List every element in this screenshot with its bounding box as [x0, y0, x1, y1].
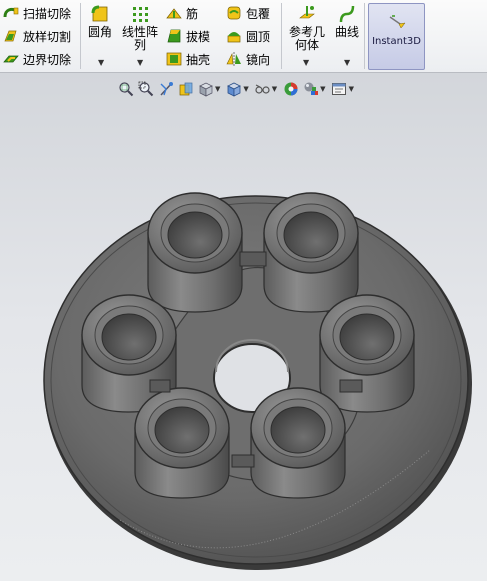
- dome-button[interactable]: 圆顶: [226, 26, 270, 46]
- shell-icon: [166, 52, 182, 66]
- fillet-label: 圆角: [88, 25, 113, 39]
- linear-pattern-icon: [133, 7, 148, 22]
- lofted-cut-button[interactable]: 放样切割: [3, 26, 71, 46]
- shell-label: 抽壳: [186, 52, 211, 67]
- lofted-cut-label: 放样切割: [23, 29, 72, 44]
- curves-label: 曲线: [335, 25, 360, 39]
- shell-button[interactable]: 抽壳: [166, 49, 210, 69]
- boss-bottom-right: [250, 387, 346, 499]
- boss-top-left: [147, 192, 243, 313]
- part-model[interactable]: [0, 73, 487, 581]
- curves-icon: [339, 5, 355, 23]
- fillet-icon: [91, 5, 108, 22]
- mirror-button[interactable]: 镜向: [226, 49, 270, 69]
- curves-button[interactable]: 曲线: [335, 4, 359, 39]
- wrap-icon: [227, 6, 241, 20]
- reference-geometry-label-line2: 何体: [295, 38, 320, 52]
- draft-button[interactable]: 拔模: [166, 26, 210, 46]
- wrap-button[interactable]: 包覆: [226, 3, 270, 23]
- boss-right: [319, 294, 415, 413]
- wrap-label: 包覆: [246, 6, 271, 21]
- boundary-cut-icon: [3, 55, 19, 63]
- reference-geometry-icon: [299, 6, 315, 19]
- boundary-cut-button[interactable]: 边界切除: [3, 49, 71, 69]
- mirror-icon: [226, 52, 241, 66]
- graphics-area[interactable]: ▼ ▼ ▼ ▼ ▼: [0, 73, 487, 581]
- feature-ribbon: 扫描切除 放样切割 边界切除 圆角 ▼ 线性阵 列 ▼ 筋 拔模 抽壳 包覆 圆…: [0, 0, 487, 73]
- swept-cut-label: 扫描切除: [23, 6, 72, 21]
- boundary-cut-label: 边界切除: [23, 52, 72, 67]
- rib-label: 筋: [186, 6, 199, 21]
- ribbon-separator: [364, 3, 365, 69]
- draft-label: 拔模: [186, 29, 211, 44]
- swept-cut-icon: [3, 7, 19, 18]
- linear-pattern-label-line2: 列: [134, 38, 147, 52]
- boss-top-right: [263, 192, 359, 313]
- draft-icon: [167, 29, 181, 43]
- lofted-cut-icon: [4, 30, 17, 42]
- boss-bottom-left: [134, 387, 230, 499]
- fillet-dropdown-arrow[interactable]: ▼: [98, 58, 104, 67]
- ribbon-separator: [281, 3, 282, 69]
- reference-geometry-button[interactable]: 参考几 何体: [289, 4, 325, 52]
- dome-label: 圆顶: [246, 29, 271, 44]
- instant3d-icon: [389, 15, 406, 29]
- mirror-label: 镜向: [246, 52, 271, 67]
- swept-cut-button[interactable]: 扫描切除: [3, 3, 71, 23]
- rib-icon: [166, 8, 182, 19]
- linear-pattern-dropdown-arrow[interactable]: ▼: [137, 58, 143, 67]
- linear-pattern-button[interactable]: 线性阵 列: [122, 4, 158, 52]
- rib-button[interactable]: 筋: [166, 3, 198, 23]
- dome-icon: [227, 32, 241, 43]
- instant3d-label: Instant3D: [372, 36, 421, 47]
- instant3d-button[interactable]: Instant3D: [368, 3, 425, 70]
- ribbon-separator: [80, 3, 81, 69]
- curves-dropdown-arrow[interactable]: ▼: [344, 58, 350, 67]
- reference-geometry-dropdown-arrow[interactable]: ▼: [303, 58, 309, 67]
- fillet-button[interactable]: 圆角: [88, 4, 112, 39]
